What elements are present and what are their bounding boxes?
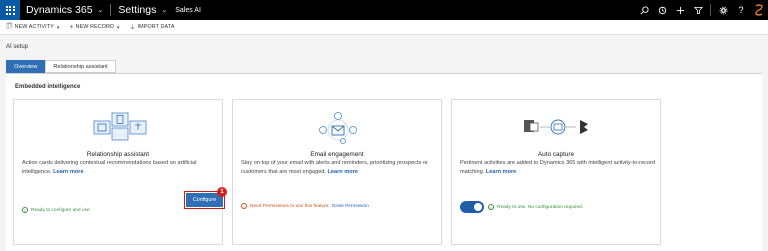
status-message: ✓ Ready to use. No configuration require…: [488, 204, 583, 210]
help-icon[interactable]: ?: [732, 0, 750, 20]
auto-capture-illustration: [524, 119, 588, 135]
card-description: Stay on top of your email with alerts an…: [241, 159, 437, 177]
page-title: AI setup: [6, 44, 29, 50]
relationship-assistant-card: Relationship assistant Action cards deli…: [13, 99, 227, 245]
card-title: Relationship assistant: [86, 151, 150, 158]
user-icon[interactable]: [750, 0, 768, 20]
learn-more-link[interactable]: Learn more: [327, 169, 357, 175]
waffle-icon: [5, 5, 15, 15]
divider: [110, 4, 112, 16]
card-title: Email engagement: [310, 151, 364, 158]
section-title: Embedded intelligence: [15, 84, 81, 90]
content-panel: Embedded intelligence Relationship assis…: [6, 73, 762, 251]
card-title: Auto capture: [537, 151, 575, 158]
new-activity-label: NEW ACTIVITY: [14, 24, 54, 30]
import-data-button[interactable]: ⇣ IMPORT DATA: [130, 23, 175, 31]
callout-badge: 1: [217, 187, 227, 197]
chevron-down-icon[interactable]: ⌄: [161, 6, 167, 14]
check-circle-icon: ✓: [488, 204, 494, 210]
auto-capture-card: Auto capture Pertinent activities are ad…: [451, 99, 661, 245]
auto-capture-toggle[interactable]: [460, 201, 484, 213]
divider: [710, 4, 711, 16]
tab-overview[interactable]: Overview: [6, 60, 46, 73]
activity-icon: 🗊: [6, 22, 13, 30]
email-engagement-illustration: [319, 112, 357, 144]
card-description: Pertinent activities are added to Dynami…: [460, 159, 656, 177]
filter-icon[interactable]: [689, 0, 707, 20]
check-circle-icon: ✓: [22, 207, 28, 213]
history-icon[interactable]: [653, 0, 671, 20]
import-icon: ⇣: [129, 24, 136, 31]
area-name[interactable]: Settings: [118, 4, 156, 16]
plus-icon[interactable]: [671, 0, 689, 20]
plus-icon: +: [69, 23, 74, 31]
new-record-label: NEW RECORD: [75, 24, 115, 30]
search-icon[interactable]: [635, 0, 653, 20]
learn-more-link[interactable]: Learn more: [53, 169, 83, 175]
settings-icon[interactable]: [714, 0, 732, 20]
command-bar: 🗊 NEW ACTIVITY ▼ + NEW RECORD ▼ ⇣ IMPORT…: [0, 20, 768, 35]
chevron-down-icon[interactable]: ⌄: [98, 6, 104, 14]
relationship-assistant-illustration: [93, 112, 147, 141]
tab-relationship-assistant[interactable]: Relationship assistant: [45, 60, 116, 73]
breadcrumb[interactable]: Sales AI: [175, 7, 201, 14]
grant-permission-link[interactable]: Grant Permission: [332, 204, 369, 209]
import-data-label: IMPORT DATA: [137, 24, 175, 30]
email-engagement-card: Email engagement Stay on top of your ema…: [232, 99, 442, 245]
chevron-down-icon: ▼: [116, 24, 121, 30]
warning-circle-icon: !: [241, 203, 247, 209]
app-launcher-button[interactable]: [0, 0, 20, 20]
tab-bar: Overview Relationship assistant: [6, 60, 116, 73]
app-name[interactable]: Dynamics 365: [26, 4, 93, 16]
status-text: Ready to use. No configuration required.: [497, 204, 584, 210]
learn-more-link[interactable]: Learn more: [486, 169, 516, 175]
status-message: ! Need Permissions to use this feature. …: [241, 203, 369, 209]
status-text: Need Permissions to use this feature.: [250, 203, 330, 209]
status-message: ✓ Ready to configure and use: [22, 207, 90, 213]
new-activity-button[interactable]: 🗊 NEW ACTIVITY ▼: [6, 22, 60, 33]
status-text: Ready to configure and use: [31, 207, 90, 213]
card-description: Action cards delivering contextual recom…: [22, 159, 218, 177]
chevron-down-icon: ▼: [55, 24, 61, 30]
card-description-text: Action cards delivering contextual recom…: [22, 160, 197, 175]
new-record-button[interactable]: + NEW RECORD ▼: [69, 24, 120, 31]
top-nav-bar: Dynamics 365 ⌄ Settings ⌄ Sales AI ?: [0, 0, 768, 20]
